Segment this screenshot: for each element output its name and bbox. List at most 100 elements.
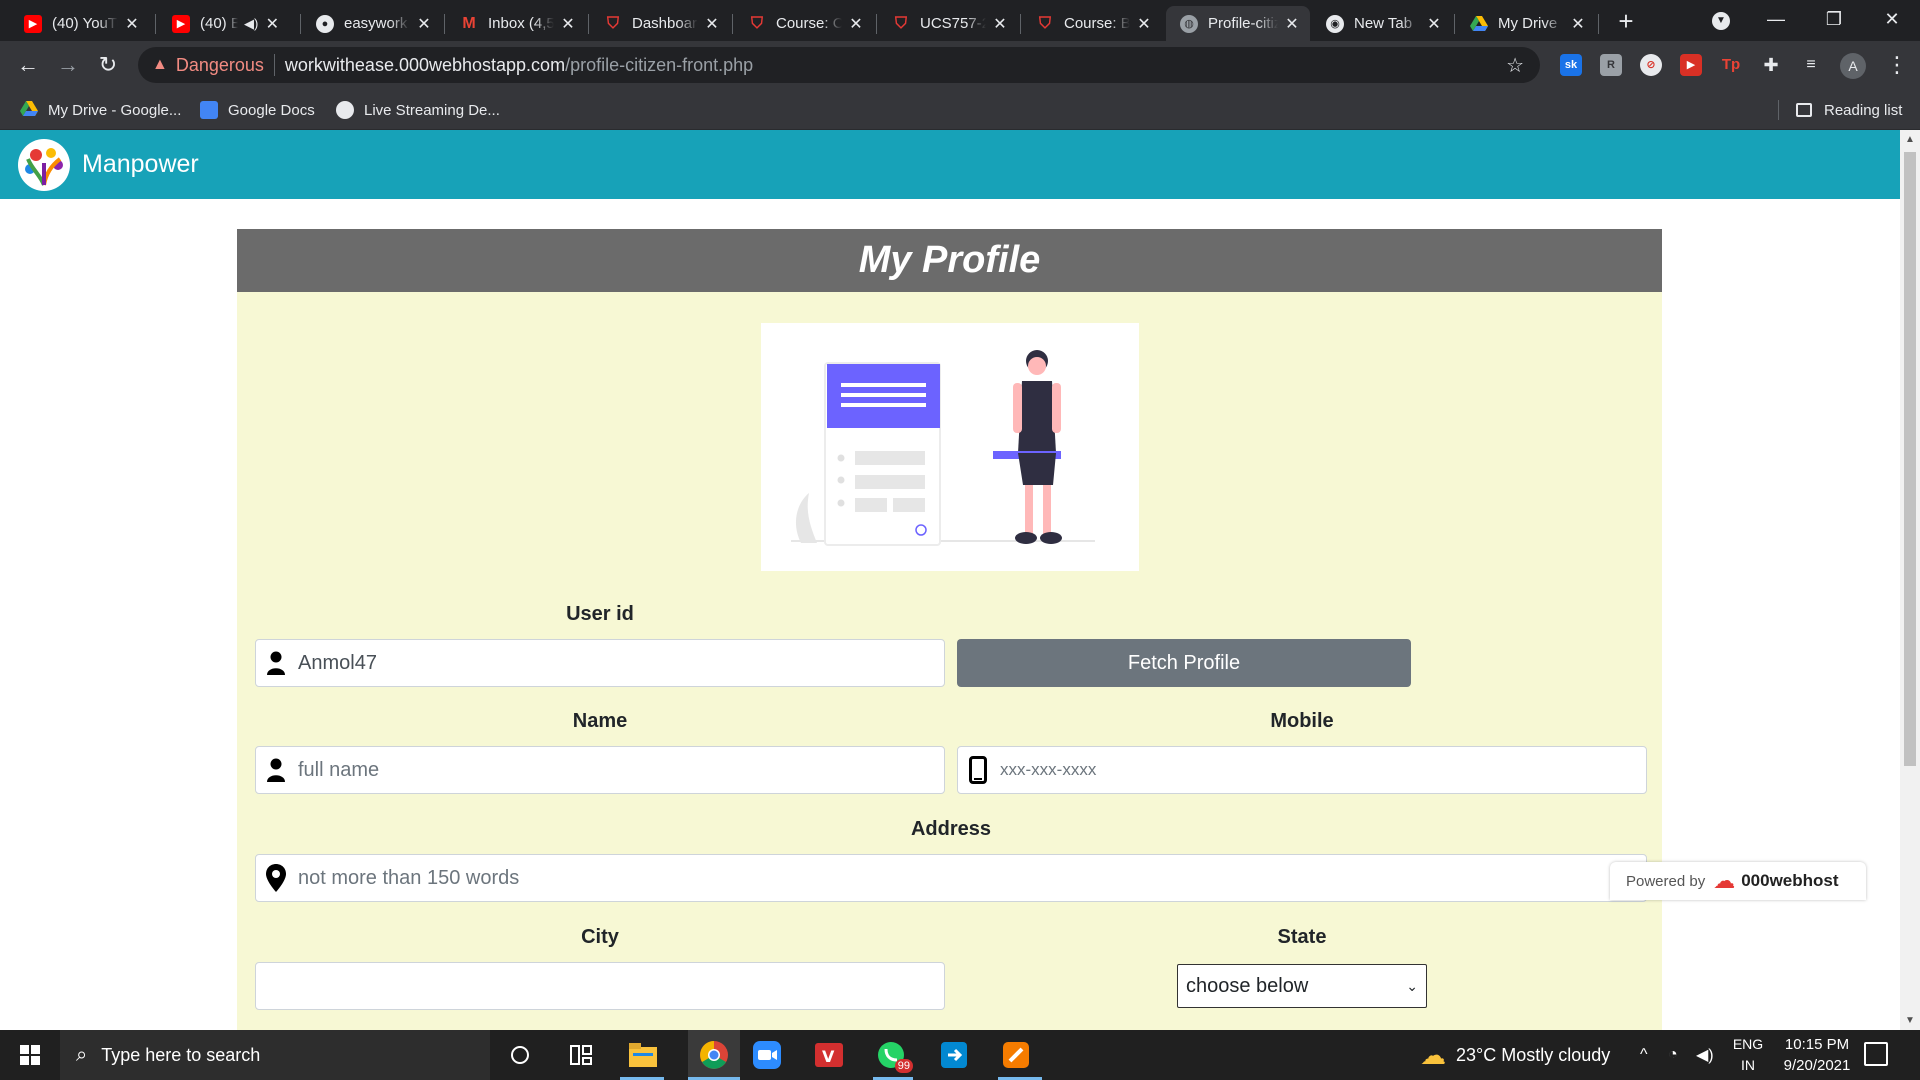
zoom-icon[interactable]	[751, 1039, 783, 1071]
extensions-puzzle-icon[interactable]: ✚	[1760, 54, 1782, 76]
minimize-icon[interactable]: —	[1748, 0, 1804, 41]
close-icon[interactable]: ✕	[1426, 14, 1442, 34]
extension-translate-icon[interactable]: R	[1600, 54, 1622, 76]
search-icon: ⌕	[76, 1043, 88, 1066]
close-icon[interactable]: ✕	[416, 14, 432, 34]
docs-icon	[200, 101, 218, 119]
bookmark-label: Google Docs	[228, 101, 315, 119]
extension-block-icon[interactable]: ⊘	[1640, 54, 1662, 76]
close-icon[interactable]: ✕	[560, 14, 576, 34]
language-indicator[interactable]: ENG IN	[1728, 1034, 1768, 1076]
new-tab-button[interactable]: +	[1612, 8, 1640, 36]
tab-gmail[interactable]: M Inbox (4,5 ✕	[446, 6, 586, 41]
task-view-icon[interactable]	[565, 1039, 597, 1071]
system-clock[interactable]: 10:15 PM 9/20/2021	[1772, 1034, 1862, 1076]
tab-profile-citizen[interactable]: ◍ Profile-citizen ✕	[1166, 6, 1310, 41]
close-icon[interactable]: ✕	[264, 14, 280, 34]
tab-youtube[interactable]: ▶ (40) YouTube ✕	[10, 6, 150, 41]
close-icon[interactable]: ✕	[992, 14, 1008, 34]
city-input[interactable]	[255, 962, 945, 1010]
manpower-logo[interactable]	[18, 138, 70, 191]
close-icon[interactable]: ✕	[1284, 14, 1300, 34]
tab-divider	[1020, 14, 1021, 34]
weather-widget[interactable]: ☁ 23°C Mostly cloudy	[1420, 1030, 1610, 1080]
tab-dashboard[interactable]: ⛉ Dashboard ✕	[590, 6, 730, 41]
file-explorer-icon[interactable]	[627, 1039, 659, 1071]
network-icon[interactable]: ◔	[1668, 1030, 1678, 1080]
close-window-icon[interactable]: ✕	[1864, 0, 1920, 41]
whatsapp-icon[interactable]: 99	[875, 1039, 913, 1073]
tab-youtube-audio[interactable]: ▶ (40) Boat ◀) ✕	[158, 6, 298, 41]
chrome-icon: ◉	[1326, 14, 1344, 33]
extension-video-icon[interactable]: ▶	[1680, 54, 1702, 76]
reading-list-label: Reading list	[1824, 101, 1903, 119]
more-options-icon[interactable]: ⋮	[1886, 51, 1908, 79]
state-select[interactable]: choose below ⌄	[1177, 964, 1427, 1008]
remote-app-icon[interactable]	[938, 1039, 970, 1071]
fetch-profile-button[interactable]: Fetch Profile	[957, 639, 1411, 687]
url-path: /profile-citizen-front.php	[565, 54, 754, 75]
forward-arrow-icon[interactable]: →	[54, 51, 82, 79]
windows-logo-icon	[20, 1045, 40, 1065]
powered-by-badge[interactable]: Powered by ☁ 000webhost	[1610, 862, 1866, 900]
close-icon[interactable]: ✕	[1570, 14, 1586, 34]
browser-tab-strip: ▶ (40) YouTube ✕ ▶ (40) Boat ◀) ✕ ● easy…	[0, 0, 1920, 41]
name-input[interactable]: full name	[255, 746, 945, 794]
user-id-value: Anmol47	[298, 651, 377, 674]
whatsapp-badge: 99	[894, 1059, 913, 1073]
city-label: City	[581, 926, 619, 948]
chrome-taskbar-icon[interactable]	[688, 1030, 740, 1080]
start-button[interactable]	[0, 1030, 60, 1080]
vlc-app-icon[interactable]: V	[813, 1039, 845, 1071]
user-id-input[interactable]: Anmol47	[255, 639, 945, 687]
bookmark-my-drive[interactable]: My Drive - Google...	[20, 98, 181, 122]
close-icon[interactable]: ✕	[124, 14, 140, 34]
tab-my-drive[interactable]: My Drive ✕	[1456, 6, 1596, 41]
webhost-logo-icon: ☁	[1713, 868, 1736, 893]
bookmark-google-docs[interactable]: Google Docs	[200, 98, 315, 122]
bookmark-star-icon[interactable]: ☆	[1506, 53, 1524, 78]
profile-avatar[interactable]: A	[1840, 53, 1866, 79]
tab-divider	[876, 14, 877, 34]
orange-app-icon[interactable]	[1000, 1039, 1032, 1071]
close-icon[interactable]: ✕	[848, 14, 864, 34]
back-arrow-icon[interactable]: ←	[14, 51, 42, 79]
page-title: My Profile	[237, 229, 1662, 292]
speaker-icon[interactable]: ◀)	[244, 16, 258, 32]
scrollbar-thumb[interactable]	[1904, 152, 1916, 766]
tab-course-b[interactable]: ⛉ Course: B ✕	[1022, 6, 1162, 41]
close-icon[interactable]: ✕	[1136, 14, 1152, 34]
address-bar[interactable]: ▲ Dangerous workwithease.000webhostapp.c…	[138, 47, 1540, 83]
show-hidden-icons-chevron-icon[interactable]: ^	[1640, 1030, 1648, 1080]
tab-new-tab[interactable]: ◉ New Tab ✕	[1312, 6, 1452, 41]
notification-center-icon[interactable]	[1864, 1042, 1888, 1066]
close-icon[interactable]: ✕	[704, 14, 720, 34]
tab-ucs757[interactable]: ⛉ UCS757-2 ✕	[878, 6, 1018, 41]
tab-github[interactable]: ● easywork ✕	[302, 6, 442, 41]
cortana-icon[interactable]	[504, 1039, 536, 1071]
tab-title: Profile-citizen	[1208, 15, 1278, 32]
warning-triangle-icon[interactable]: ▲	[152, 56, 168, 74]
tab-course-c[interactable]: ⛉ Course: C ✕	[734, 6, 874, 41]
address-input[interactable]: not more than 150 words	[255, 854, 1647, 902]
reading-list-button[interactable]: Reading list	[1796, 98, 1902, 122]
mobile-label: Mobile	[1270, 710, 1334, 732]
taskbar-search[interactable]: ⌕ Type here to search	[60, 1030, 490, 1080]
extension-tp-icon[interactable]: Tp	[1720, 54, 1742, 76]
site-brand[interactable]: Manpower	[82, 150, 199, 179]
reload-icon[interactable]: ↻	[94, 51, 122, 79]
mobile-input[interactable]: xxx-xxx-xxxx	[957, 746, 1647, 794]
bookmarks-divider	[1778, 100, 1779, 120]
tab-divider	[732, 14, 733, 34]
page-scrollbar[interactable]: ▲ ▼	[1900, 130, 1920, 1030]
volume-icon[interactable]: ◀)	[1696, 1030, 1714, 1080]
restore-icon[interactable]: ❐	[1806, 0, 1862, 41]
scroll-up-arrow-icon[interactable]: ▲	[1904, 134, 1916, 145]
media-control-icon[interactable]: ≡	[1800, 54, 1822, 76]
clock-date: 9/20/2021	[1783, 1057, 1851, 1074]
bookmark-live-streaming[interactable]: Live Streaming De...	[336, 98, 500, 122]
tab-search-icon[interactable]: ▼	[1712, 12, 1730, 30]
security-status[interactable]: Dangerous	[176, 55, 264, 76]
scroll-down-arrow-icon[interactable]: ▼	[1904, 1015, 1916, 1026]
extension-sk-icon[interactable]: sk	[1560, 54, 1582, 76]
